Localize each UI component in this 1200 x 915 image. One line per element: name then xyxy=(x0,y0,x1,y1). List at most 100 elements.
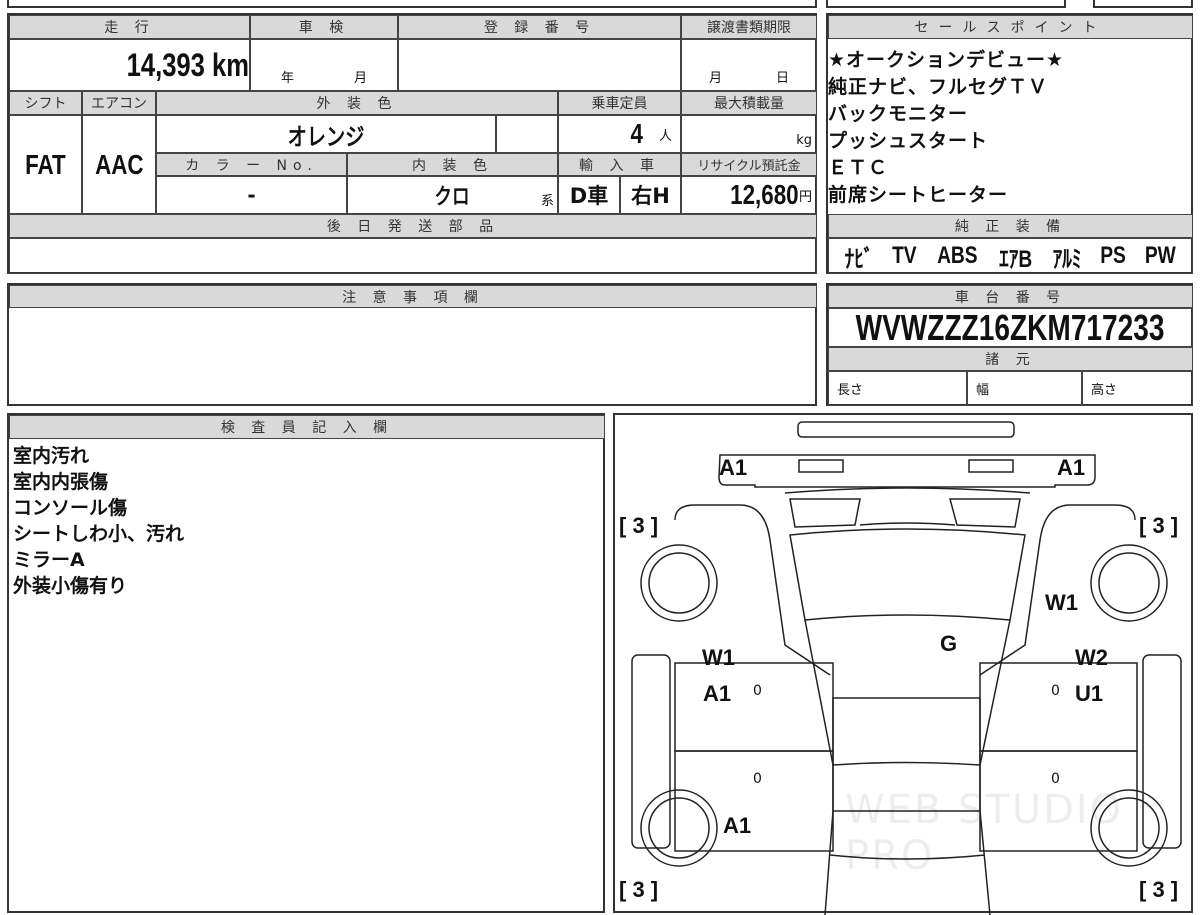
interior-header: 内 装 色 xyxy=(347,153,558,176)
tire-grade: [ 3 ] xyxy=(1139,877,1179,902)
inspection-header: 車 検 xyxy=(250,15,398,39)
inspector-note: シートしわ小、汚れ xyxy=(13,523,185,545)
damage-code: G xyxy=(940,631,958,656)
height-field: 高さ xyxy=(1082,371,1193,406)
vin-text: WVWZZZ16ZKM717233 xyxy=(856,308,1165,347)
transfer-value: 月日 xyxy=(681,39,817,91)
colorno-header: カ ラ ー No. xyxy=(156,153,347,176)
shift-header: シフト xyxy=(9,91,82,115)
front-door-left xyxy=(674,662,834,752)
mileage-header: 走 行 xyxy=(9,15,250,39)
length-field: 長さ xyxy=(828,371,967,406)
capacity-text: 4 xyxy=(630,118,644,149)
interior-suffix: 系 xyxy=(540,194,554,209)
caution-header: 注 意 事 項 欄 xyxy=(9,285,817,308)
inspector-note: コンソール傷 xyxy=(13,497,128,519)
exterior-header: 外 装 色 xyxy=(156,91,558,115)
watermark: WEB STUDIO PRO xyxy=(845,787,1124,879)
inspection-value: 年月 xyxy=(250,39,398,91)
tire-grade: [ 3 ] xyxy=(1139,513,1179,538)
headlamp-left xyxy=(798,459,844,473)
exterior-text: オレンジ xyxy=(287,123,365,151)
spec-header: 諸 元 xyxy=(828,347,1193,371)
recycle-text: 12,680 xyxy=(730,179,799,210)
equipment-list: ﾅﾋﾞ TV ABS ｴｱB ｱﾙﾐ PS PW xyxy=(828,238,1193,274)
damage-code: W2 xyxy=(1075,645,1108,670)
damage-code: W1 xyxy=(702,645,735,670)
inspector-notes-panel: 検 査 員 記 入 欄 室内汚れ 室内内張傷 コンソール傷 シートしわ小、汚れ … xyxy=(7,413,605,913)
import-header: 輸 入 車 xyxy=(558,153,681,176)
import-h-value: 右H xyxy=(620,176,681,214)
interior-text: クロ xyxy=(434,184,471,209)
kg-unit: kg xyxy=(796,133,812,148)
capacity-value: 4人 xyxy=(558,115,681,153)
sales-point: プッシュスタート xyxy=(828,130,989,152)
yen-unit: 円 xyxy=(798,189,812,205)
top-cutoff-row xyxy=(7,0,817,8)
shift-value: FAT xyxy=(9,115,82,214)
exterior-extra xyxy=(496,115,558,153)
damage-code: A1 xyxy=(703,681,732,706)
equipment-item: ｱﾙﾐ xyxy=(1052,245,1082,273)
hood-front xyxy=(718,454,1096,488)
vin-value: WVWZZZ16ZKM717233 xyxy=(828,308,1193,347)
ac-header: エアコン xyxy=(82,91,156,115)
sales-point: バックモニター xyxy=(828,103,969,125)
ac-text: AAC xyxy=(94,148,144,180)
interior-value: クロ 系 xyxy=(347,176,558,214)
inspector-note: 外装小傷有り xyxy=(13,575,128,597)
later-parts-value xyxy=(9,238,817,274)
damage-code: A1 xyxy=(1057,455,1086,480)
sales-point: ＥＴＣ xyxy=(828,157,889,179)
grille xyxy=(784,487,1031,528)
registration-header: 登 録 番 号 xyxy=(398,15,681,39)
recycle-value: 12,680 円 xyxy=(681,176,817,214)
damage-diagram: A1 A1 W1 G W1 A1 W2 U1 A1 [ 3 ] [ 3 ] [ … xyxy=(613,413,1193,915)
door-handle-mark: 0 xyxy=(1051,683,1060,699)
equipment-item: TV xyxy=(892,242,917,269)
maxload-value: kg xyxy=(681,115,817,153)
damage-code: W1 xyxy=(1045,590,1078,615)
tire-grade: [ 3 ] xyxy=(619,513,659,538)
damage-code: U1 xyxy=(1075,681,1104,706)
damage-code: A1 xyxy=(719,455,748,480)
inspector-notes: 室内汚れ 室内内張傷 コンソール傷 シートしわ小、汚れ ミラーA 外装小傷有り xyxy=(13,443,184,599)
recycle-header: リサイクル預託金 xyxy=(681,153,817,176)
equipment-item: ﾅﾋﾞ xyxy=(844,245,874,273)
month-label: 月 xyxy=(353,71,367,86)
sales-points-header: セールスポイント xyxy=(828,15,1193,39)
front-bumper xyxy=(797,421,1015,438)
equipment-item: ABS xyxy=(937,242,978,269)
door-handle-mark: 0 xyxy=(753,683,762,699)
chassis-panel: 車 台 番 号 WVWZZZ16ZKM717233 諸 元 長さ 幅 高さ xyxy=(826,283,1193,406)
day-label: 日 xyxy=(775,71,789,86)
maxload-header: 最大積載量 xyxy=(681,91,817,115)
damage-code: A1 xyxy=(723,813,752,838)
later-parts-header: 後 日 発 送 部 品 xyxy=(9,214,817,238)
top-cutoff-cell xyxy=(1093,0,1193,8)
year-label: 年 xyxy=(280,71,294,86)
inspector-note: ミラーA xyxy=(13,549,85,571)
top-cutoff-cell xyxy=(826,0,1066,8)
sales-points-list: ★オークションデビュー★ 純正ナビ、フルセグＴＶ バックモニター プッシュスター… xyxy=(828,47,1064,209)
equipment-item: PW xyxy=(1144,242,1176,269)
windshield xyxy=(789,528,1026,621)
inspector-note: 室内内張傷 xyxy=(13,471,109,493)
headlamp-right xyxy=(968,459,1014,473)
rear-door-left xyxy=(674,750,834,852)
width-field: 幅 xyxy=(967,371,1082,406)
month-label: 月 xyxy=(708,71,722,86)
caution-panel: 注 意 事 項 欄 xyxy=(7,283,817,406)
inspector-header: 検 査 員 記 入 欄 xyxy=(9,415,605,439)
front-door-right xyxy=(979,662,1138,752)
import-d-value: D車 xyxy=(558,176,620,214)
equipment-item: ｴｱB xyxy=(999,245,1033,273)
transfer-header: 譲渡書類期限 xyxy=(681,15,817,39)
equipment-header: 純 正 装 備 xyxy=(828,214,1193,238)
tire-grade: [ 3 ] xyxy=(619,877,659,902)
sales-points-panel: セールスポイント ★オークションデビュー★ 純正ナビ、フルセグＴＶ バックモニタ… xyxy=(826,13,1193,274)
capacity-header: 乗車定員 xyxy=(558,91,681,115)
exterior-value: オレンジ xyxy=(156,115,496,153)
sales-point: 前席シートヒーター xyxy=(828,184,1009,206)
colorno-value: - xyxy=(156,176,347,214)
